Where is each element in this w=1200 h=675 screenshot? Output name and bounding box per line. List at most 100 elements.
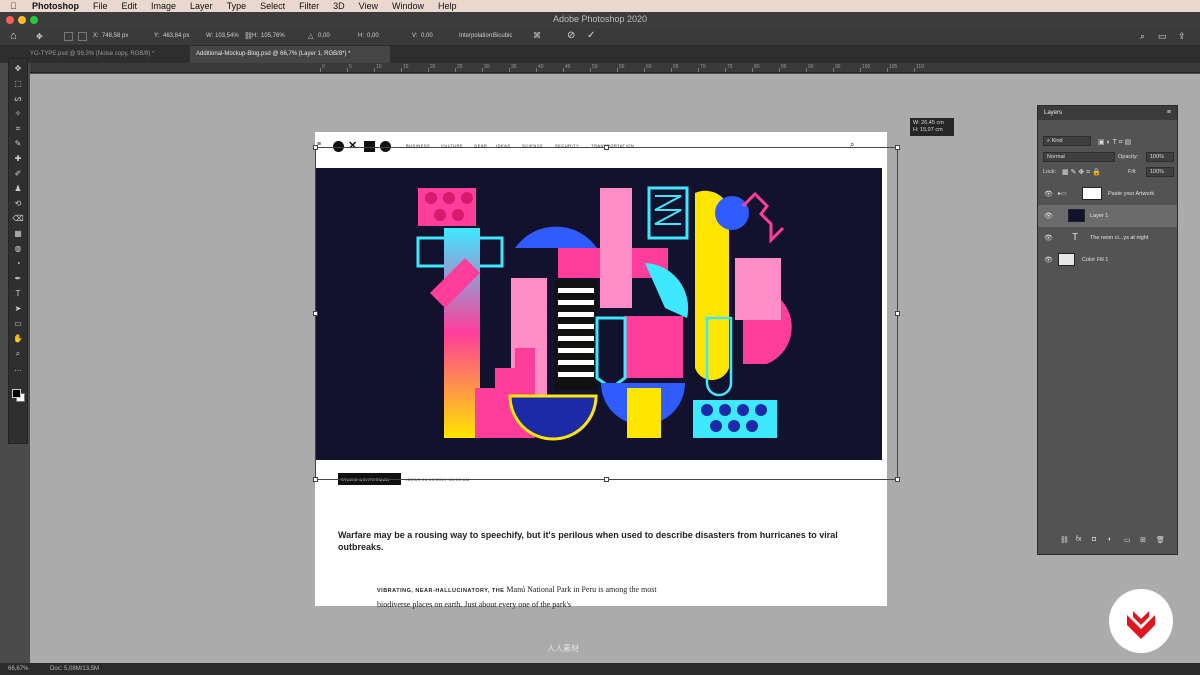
transform-handle-bottom-left[interactable] bbox=[313, 477, 318, 482]
ruler-tick-label: 65 bbox=[673, 64, 679, 70]
visibility-eye-icon[interactable]: 👁 bbox=[1044, 212, 1053, 220]
visibility-eye-icon[interactable]: 👁 bbox=[1044, 234, 1053, 242]
transform-handle-top-left[interactable] bbox=[313, 145, 318, 150]
layer-row-color-fill-1[interactable]: 👁 Color Fill 1 bbox=[1038, 249, 1177, 271]
hand-tool-icon[interactable]: ✋ bbox=[9, 333, 27, 345]
lock-icons[interactable]: ▦ ✎ ✥ ⌗ 🔒 bbox=[1062, 168, 1101, 177]
brush-tool-icon[interactable]: ✐ bbox=[9, 168, 27, 180]
vskew-field[interactable]: 0,00 bbox=[421, 33, 433, 39]
transform-handle-top[interactable] bbox=[604, 145, 609, 150]
reference-point-grid[interactable] bbox=[78, 32, 87, 41]
gradient-tool-icon[interactable]: ▦ bbox=[9, 228, 27, 240]
fx-icon[interactable]: fx bbox=[1076, 536, 1081, 543]
article-body: VIBRATING, NEAR-HALLUCINATORY, THE Manú … bbox=[377, 583, 677, 611]
layer-row-layer-1[interactable]: 👁 Layer 1 bbox=[1038, 205, 1177, 227]
dimension-width: W: 26,45 cm bbox=[913, 120, 944, 126]
home-icon[interactable]: ⌂ bbox=[10, 30, 17, 42]
adjustment-layer-icon[interactable]: ◐ bbox=[1108, 536, 1112, 543]
tab-yo-type[interactable]: YO-TYPE.psd @ 99,3% (Noise copy, RGB/8) … bbox=[24, 46, 184, 63]
menu-item-type[interactable]: Type bbox=[227, 1, 247, 11]
foreground-color-swatch[interactable] bbox=[12, 389, 21, 398]
hskew-field[interactable]: 0,00 bbox=[367, 33, 379, 39]
visibility-eye-icon[interactable]: 👁 bbox=[1044, 256, 1053, 264]
menu-item-layer[interactable]: Layer bbox=[190, 1, 213, 11]
trash-icon[interactable]: 🗑 bbox=[1156, 536, 1165, 544]
workspace-icon[interactable]: ▭ bbox=[1158, 31, 1167, 42]
document-info[interactable]: Doc: 5,08M/13,5M bbox=[50, 666, 99, 672]
layer-row-paste-your-artwork[interactable]: 👁 ▸▭ Paste your Artwork bbox=[1038, 183, 1177, 205]
ruler-tick-label: 0 bbox=[322, 64, 325, 70]
layer-name: The neon ci...ys at night bbox=[1090, 235, 1149, 241]
magic-wand-icon[interactable]: ✧ bbox=[9, 108, 27, 120]
menu-item-edit[interactable]: Edit bbox=[122, 1, 138, 11]
menu-item-help[interactable]: Help bbox=[438, 1, 457, 11]
interpolation-select[interactable]: Bicubic bbox=[493, 33, 512, 39]
group-icon[interactable]: ▭ bbox=[1124, 536, 1131, 544]
layer-filter-select[interactable]: ⌕ Kind bbox=[1043, 136, 1091, 146]
height-field[interactable]: 105,76% bbox=[261, 33, 285, 39]
apple-icon[interactable]:  bbox=[10, 1, 24, 11]
panel-menu-icon[interactable]: ≡ bbox=[1167, 109, 1171, 116]
move-tool-icon[interactable]: ✥ bbox=[9, 63, 27, 75]
cancel-icon[interactable]: ⊘ bbox=[567, 30, 575, 41]
ruler-tick bbox=[644, 68, 645, 72]
search-icon[interactable]: ⌕ bbox=[1140, 31, 1145, 42]
rectangle-tool-icon[interactable]: ▭ bbox=[9, 318, 27, 330]
add-mask-icon[interactable]: ◘ bbox=[1092, 536, 1096, 543]
menu-item-filter[interactable]: Filter bbox=[299, 1, 319, 11]
transform-handle-top-right[interactable] bbox=[895, 145, 900, 150]
layers-panel-tab[interactable]: Layers ≡ bbox=[1038, 106, 1177, 120]
fill-field[interactable]: 100% bbox=[1146, 167, 1174, 177]
blur-tool-icon[interactable]: ◍ bbox=[9, 243, 27, 255]
rotation-field[interactable]: 0,00 bbox=[318, 33, 330, 39]
layer-thumbnail bbox=[1068, 209, 1085, 222]
eyedropper-icon[interactable]: ✎ bbox=[9, 138, 27, 150]
visibility-eye-icon[interactable]: 👁 bbox=[1044, 190, 1053, 198]
move-icon[interactable]: ✥ bbox=[36, 32, 43, 41]
menu-item-file[interactable]: File bbox=[93, 1, 108, 11]
ruler-tick bbox=[374, 68, 375, 72]
ruler-tick bbox=[698, 68, 699, 72]
more-tools-icon[interactable]: … bbox=[9, 363, 27, 375]
tab-additional-mockup-blog[interactable]: Additional-Mockup-Blog.psd @ 66,7% (Laye… bbox=[190, 46, 390, 63]
menu-item-view[interactable]: View bbox=[359, 1, 378, 11]
history-brush-icon[interactable]: ⟲ bbox=[9, 198, 27, 210]
filter-icons[interactable]: ▣ ◐ T ⌗ ▤ bbox=[1098, 138, 1131, 147]
eraser-icon[interactable]: ⌫ bbox=[9, 213, 27, 225]
opacity-field[interactable]: 100% bbox=[1146, 152, 1174, 162]
path-selection-icon[interactable]: ➤ bbox=[9, 303, 27, 315]
menu-item-select[interactable]: Select bbox=[260, 1, 285, 11]
blend-mode-select[interactable]: Normal bbox=[1043, 152, 1115, 162]
pen-tool-icon[interactable]: ✒ bbox=[9, 273, 27, 285]
zoom-tool-icon[interactable]: ⌕ bbox=[9, 348, 27, 360]
menu-item-photoshop[interactable]: Photoshop bbox=[32, 1, 79, 11]
marquee-tool-icon[interactable]: ⬚ bbox=[9, 78, 27, 90]
reference-point-checkbox[interactable] bbox=[64, 32, 73, 41]
dodge-tool-icon[interactable]: ◔ bbox=[9, 258, 27, 270]
check-icon[interactable]: ✓ bbox=[587, 30, 595, 41]
layer-row-text[interactable]: 👁 T The neon ci...ys at night bbox=[1038, 227, 1177, 249]
ruler-tick-label: 10 bbox=[376, 64, 382, 70]
clone-stamp-icon[interactable]: ♟ bbox=[9, 183, 27, 195]
y-field[interactable]: 463,84 px bbox=[163, 33, 189, 39]
x-field[interactable]: 748,58 px bbox=[102, 33, 128, 39]
new-layer-icon[interactable]: ⊞ bbox=[1140, 536, 1146, 544]
transform-handle-right[interactable] bbox=[895, 311, 900, 316]
healing-brush-icon[interactable]: ✚ bbox=[9, 153, 27, 165]
menu-item-image[interactable]: Image bbox=[151, 1, 176, 11]
share-icon[interactable]: ⇪ bbox=[1178, 31, 1186, 42]
transform-handle-left[interactable] bbox=[313, 311, 318, 316]
lasso-tool-icon[interactable]: ᔕ bbox=[9, 93, 27, 105]
zoom-level[interactable]: 66,67% bbox=[8, 666, 28, 672]
warp-icon[interactable]: ⌘ bbox=[533, 31, 541, 40]
menu-item-3d[interactable]: 3D bbox=[333, 1, 345, 11]
link-layers-icon[interactable]: ⛓ bbox=[1060, 536, 1069, 544]
transform-handle-bottom-right[interactable] bbox=[895, 477, 900, 482]
type-tool-icon[interactable]: T bbox=[9, 288, 27, 300]
crop-tool-icon[interactable]: ⌗ bbox=[9, 123, 27, 135]
menu-item-window[interactable]: Window bbox=[392, 1, 424, 11]
width-field[interactable]: 103,54% bbox=[215, 33, 239, 39]
free-transform-box[interactable] bbox=[313, 145, 900, 482]
ruler-tick-label: 45 bbox=[565, 64, 571, 70]
transform-handle-bottom[interactable] bbox=[604, 477, 609, 482]
